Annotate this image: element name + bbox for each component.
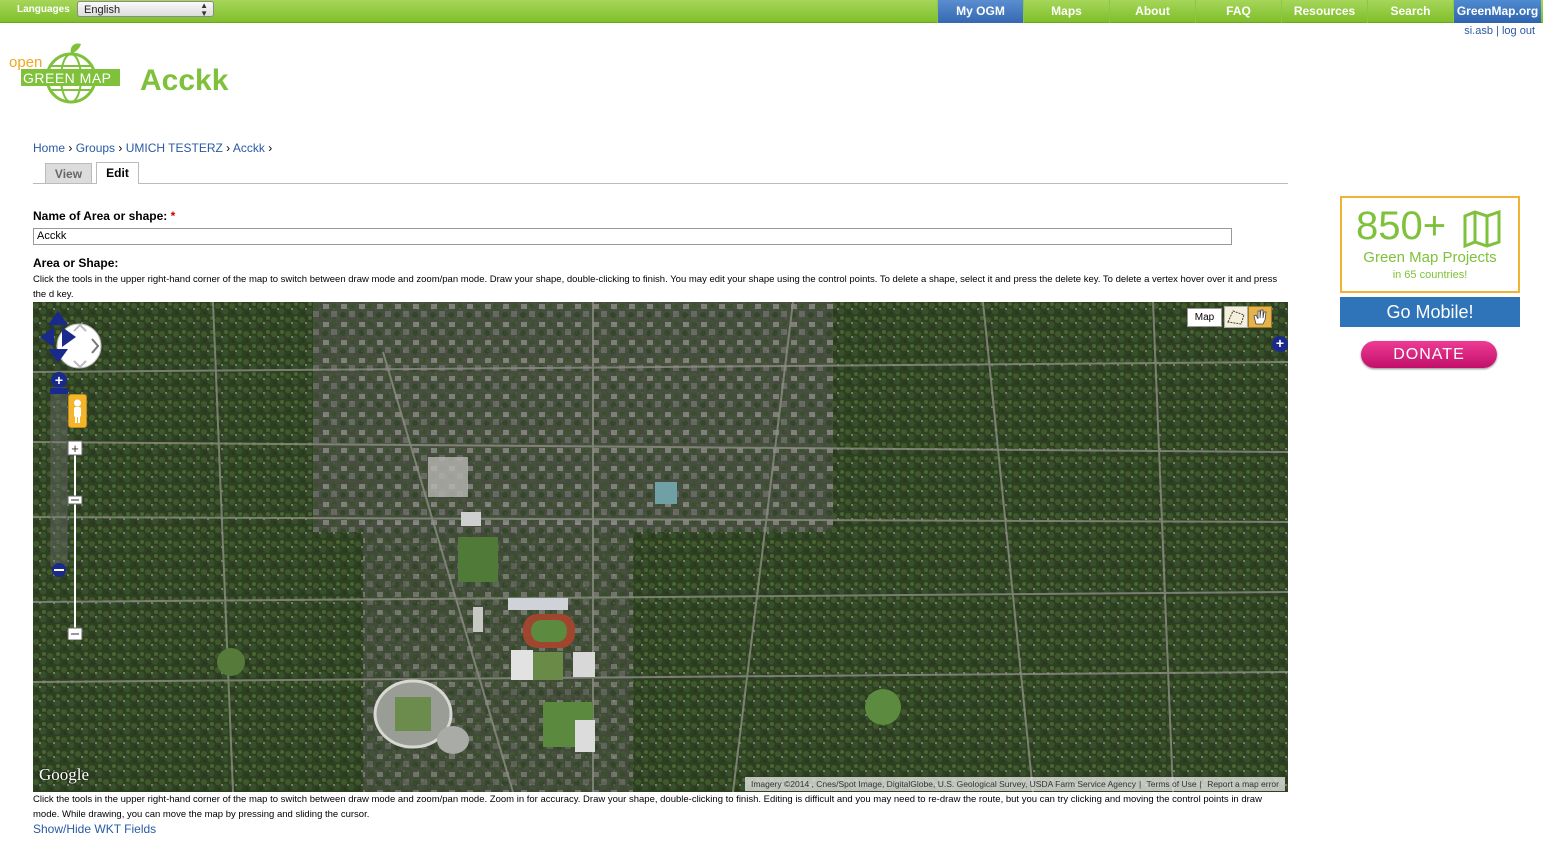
select-arrows-icon: ▲ ▼ [200, 1, 208, 18]
breadcrumb-acckk[interactable]: Acckk [233, 141, 265, 155]
shape-help-text: Click the tools in the upper right-hand … [33, 274, 1278, 300]
name-field-label: Name of Area or shape: * [33, 209, 176, 223]
user-links: si.asb | log out [1464, 25, 1535, 37]
languages-label: Languages [17, 4, 70, 15]
tab-bar: View Edit [33, 162, 1288, 184]
pegman-icon[interactable] [68, 394, 87, 428]
username-link[interactable]: si.asb [1464, 25, 1493, 37]
language-value: English [84, 4, 121, 16]
logo-green-map-text: GREEN MAP [23, 70, 112, 86]
nav-resources[interactable]: Resources [1281, 0, 1367, 23]
donate-button[interactable]: DONATE [1361, 341, 1497, 368]
map-help-text: Click the tools in the upper right-hand … [33, 794, 1262, 820]
nav-my-ogm[interactable]: My OGM [937, 0, 1023, 23]
promo-line-countries: in 65 countries! [1392, 269, 1468, 281]
nav-greenmap-org[interactable]: GreenMap.org [1453, 0, 1541, 23]
svg-text:+: + [55, 372, 63, 388]
satellite-imagery [33, 302, 1288, 792]
shape-field-label: Area or Shape: [33, 256, 119, 270]
tab-view[interactable]: View [45, 163, 92, 183]
imagery-credit: Imagery ©2014 , Cnes/Spot Image, Digital… [750, 779, 1136, 789]
breadcrumb-groups[interactable]: Groups [76, 141, 115, 155]
terms-of-use-link[interactable]: Terms of Use [1147, 779, 1197, 789]
nav-maps[interactable]: Maps [1023, 0, 1109, 23]
map-canvas[interactable]: + + Map + Google Imagery ©2014 , Cnes/Sp… [33, 302, 1288, 792]
zoom-slider-secondary[interactable]: + [67, 440, 83, 641]
zoom-bar[interactable]: + [50, 372, 68, 577]
pan-control[interactable] [40, 311, 102, 373]
map-type-button[interactable]: Map [1187, 308, 1222, 327]
layer-switcher-plus-icon[interactable]: + [1272, 336, 1288, 352]
page-title: Acckk [140, 64, 229, 97]
go-mobile-button[interactable]: Go Mobile! [1340, 297, 1520, 327]
open-green-map-logo[interactable]: open GREEN MAP [9, 42, 124, 104]
green-map-projects-banner[interactable]: 850+ Green Map Projects in 65 countries! [1340, 196, 1520, 293]
name-input[interactable]: Acckk [33, 228, 1232, 245]
nav-search[interactable]: Search [1367, 0, 1453, 23]
logout-link[interactable]: log out [1502, 25, 1535, 37]
breadcrumb-home[interactable]: Home [33, 141, 65, 155]
report-map-error-link[interactable]: Report a map error [1207, 779, 1279, 789]
tab-edit[interactable]: Edit [96, 162, 139, 184]
show-hide-wkt-link[interactable]: Show/Hide WKT Fields [33, 822, 156, 836]
svg-text:+: + [71, 441, 79, 456]
nav-faq[interactable]: FAQ [1195, 0, 1281, 23]
promo-count: 850+ [1356, 204, 1447, 248]
google-logo: Google [39, 765, 90, 784]
breadcrumb: Home › Groups › UMICH TESTERZ › Acckk › [33, 141, 273, 155]
breadcrumb-umich-testerz[interactable]: UMICH TESTERZ [126, 141, 223, 155]
main-nav: My OGM Maps About FAQ Resources Search G… [937, 0, 1541, 23]
promo-line-projects: Green Map Projects [1363, 249, 1497, 266]
draw-tool-icon[interactable] [1224, 306, 1248, 328]
required-mark: * [170, 209, 176, 223]
map-fold-icon [1463, 210, 1501, 248]
language-select[interactable]: English ▲ ▼ [77, 1, 214, 18]
nav-about[interactable]: About [1109, 0, 1195, 23]
top-bar: Languages English ▲ ▼ My OGM Maps About F… [0, 0, 1543, 23]
map-attribution: Imagery ©2014 , Cnes/Spot Image, Digital… [744, 777, 1285, 791]
pan-tool-icon[interactable] [1248, 306, 1272, 328]
